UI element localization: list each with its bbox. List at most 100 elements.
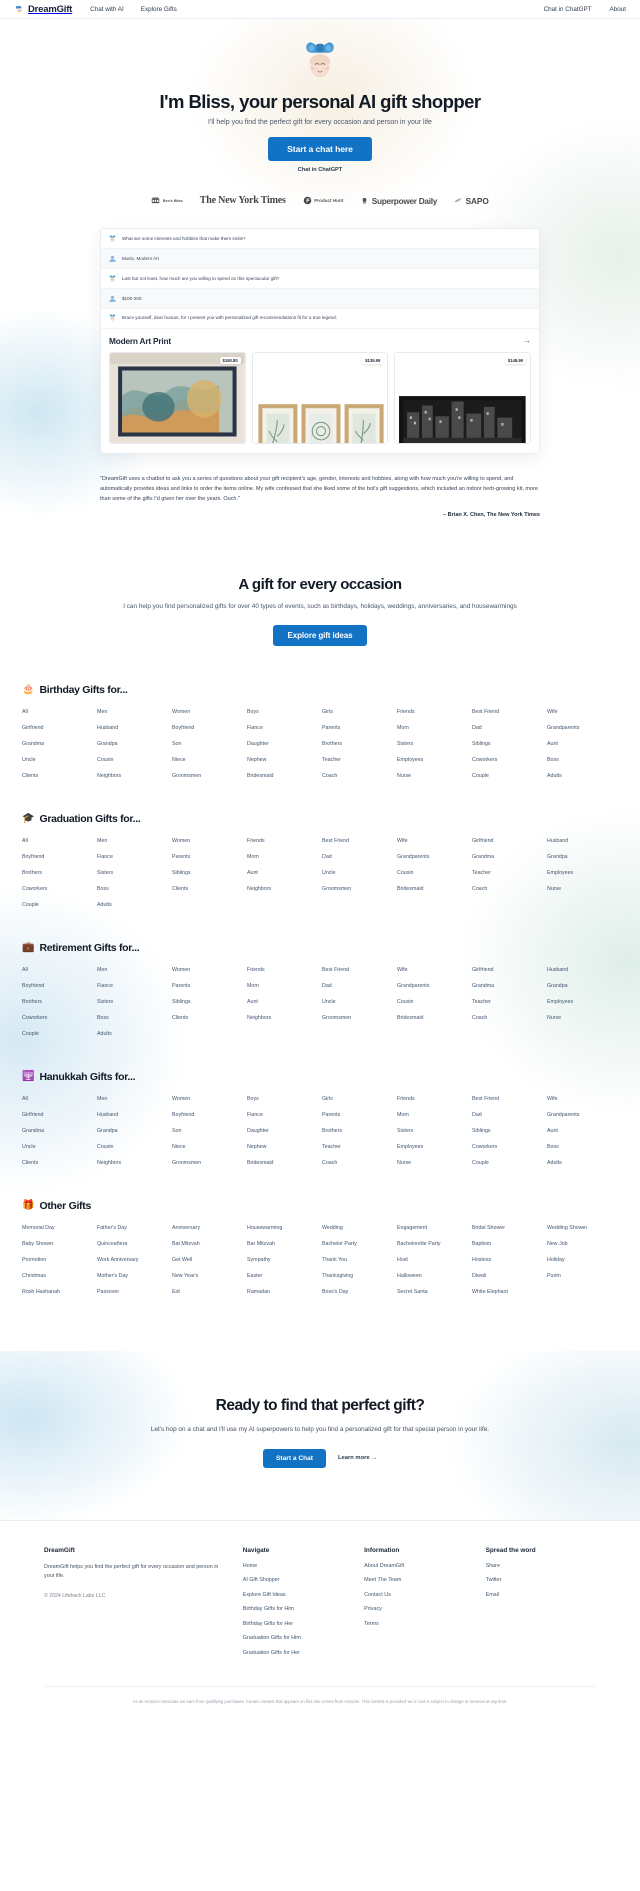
learn-more-link[interactable]: Learn more → bbox=[338, 1455, 377, 1461]
category-link[interactable]: Quinceañera bbox=[97, 1241, 168, 1247]
footer-link[interactable]: Share bbox=[486, 1563, 596, 1569]
category-link[interactable]: Ramadan bbox=[247, 1289, 318, 1295]
category-link[interactable]: Brothers bbox=[322, 741, 393, 747]
category-link[interactable]: Best Friend bbox=[472, 1096, 543, 1102]
category-link[interactable]: All bbox=[22, 709, 93, 715]
category-link[interactable]: Rosh Hashanah bbox=[22, 1289, 93, 1295]
category-link[interactable]: Couple bbox=[22, 902, 93, 908]
category-link[interactable]: Nurse bbox=[547, 886, 618, 892]
category-link[interactable]: Coworkers bbox=[22, 886, 93, 892]
nav-link-about[interactable]: About bbox=[610, 6, 626, 13]
category-link[interactable]: Grandpa bbox=[547, 983, 618, 989]
category-link[interactable]: Promotion bbox=[22, 1257, 93, 1263]
category-link[interactable]: Employees bbox=[547, 999, 618, 1005]
category-link[interactable]: Daughter bbox=[247, 741, 318, 747]
category-link[interactable]: Cousin bbox=[397, 999, 468, 1005]
category-link[interactable]: Uncle bbox=[22, 1144, 93, 1150]
brand-logo-link[interactable]: DreamGift bbox=[14, 4, 72, 15]
category-link[interactable]: Daughter bbox=[247, 1128, 318, 1134]
category-link[interactable]: All bbox=[22, 1096, 93, 1102]
category-link[interactable]: Groomsmen bbox=[322, 886, 393, 892]
category-link[interactable]: Teacher bbox=[322, 757, 393, 763]
nav-link-explore-gifts[interactable]: Explore Gifts bbox=[141, 6, 177, 13]
category-link[interactable]: Men bbox=[97, 838, 168, 844]
category-link[interactable]: Employees bbox=[547, 870, 618, 876]
category-link[interactable]: Grandma bbox=[22, 1128, 93, 1134]
category-link[interactable]: Aunt bbox=[547, 741, 618, 747]
footer-link[interactable]: Birthday Gifts for Her bbox=[243, 1621, 364, 1627]
category-link[interactable]: Bachelorette Party bbox=[397, 1241, 468, 1247]
category-link[interactable]: Adults bbox=[97, 1031, 168, 1037]
footer-link[interactable]: Privacy bbox=[364, 1606, 485, 1612]
category-link[interactable]: Women bbox=[172, 1096, 243, 1102]
category-link[interactable]: Work Anniversary bbox=[97, 1257, 168, 1263]
category-link[interactable]: All bbox=[22, 838, 93, 844]
category-link[interactable]: Uncle bbox=[22, 757, 93, 763]
category-link[interactable]: Neighbors bbox=[97, 1160, 168, 1166]
category-link[interactable]: Aunt bbox=[247, 999, 318, 1005]
category-link[interactable]: Fiance bbox=[247, 725, 318, 731]
category-link[interactable]: Son bbox=[172, 1128, 243, 1134]
category-link[interactable]: Baby Shower bbox=[22, 1241, 93, 1247]
category-link[interactable]: Bridesmaid bbox=[247, 773, 318, 779]
category-link[interactable]: Get Well bbox=[172, 1257, 243, 1263]
category-link[interactable]: Boys bbox=[247, 709, 318, 715]
category-link[interactable]: Grandparents bbox=[547, 725, 618, 731]
start-a-chat-button[interactable]: Start a Chat bbox=[263, 1448, 327, 1468]
category-link[interactable]: Engagement bbox=[397, 1225, 468, 1231]
category-link[interactable]: Parents bbox=[172, 983, 243, 989]
category-link[interactable]: Siblings bbox=[472, 741, 543, 747]
arrow-right-icon[interactable]: → bbox=[523, 336, 531, 345]
category-link[interactable]: Dad bbox=[472, 725, 543, 731]
category-link[interactable]: Wife bbox=[547, 1096, 618, 1102]
category-link[interactable]: Mother's Day bbox=[97, 1273, 168, 1279]
category-link[interactable]: Friends bbox=[247, 838, 318, 844]
category-link[interactable]: Eid bbox=[172, 1289, 243, 1295]
category-link[interactable]: Friends bbox=[247, 967, 318, 973]
category-link[interactable]: Secret Santa bbox=[397, 1289, 468, 1295]
category-link[interactable]: Employees bbox=[397, 1144, 468, 1150]
category-link[interactable]: Women bbox=[172, 709, 243, 715]
category-link[interactable]: Passover bbox=[97, 1289, 168, 1295]
category-link[interactable]: Wife bbox=[397, 838, 468, 844]
category-link[interactable]: Aunt bbox=[247, 870, 318, 876]
category-link[interactable]: Grandpa bbox=[97, 1128, 168, 1134]
category-link[interactable]: Grandpa bbox=[547, 854, 618, 860]
footer-link[interactable]: Graduation Gifts for Him bbox=[243, 1635, 364, 1641]
category-link[interactable]: Host bbox=[397, 1257, 468, 1263]
category-link[interactable]: Christmas bbox=[22, 1273, 93, 1279]
footer-link[interactable]: Graduation Gifts for Her bbox=[243, 1650, 364, 1656]
category-link[interactable]: Wedding bbox=[322, 1225, 393, 1231]
category-link[interactable]: Nurse bbox=[397, 773, 468, 779]
category-link[interactable]: New Year's bbox=[172, 1273, 243, 1279]
category-link[interactable]: Girlfriend bbox=[22, 1112, 93, 1118]
category-link[interactable]: Men bbox=[97, 709, 168, 715]
footer-link[interactable]: Birthday Gifts for Him bbox=[243, 1606, 364, 1612]
category-link[interactable]: Mom bbox=[397, 725, 468, 731]
category-link[interactable]: Bachelor Party bbox=[322, 1241, 393, 1247]
category-link[interactable]: Friends bbox=[397, 1096, 468, 1102]
category-link[interactable]: Teacher bbox=[322, 1144, 393, 1150]
category-link[interactable]: Grandparents bbox=[547, 1112, 618, 1118]
category-link[interactable]: Husband bbox=[97, 1112, 168, 1118]
category-link[interactable]: Hostess bbox=[472, 1257, 543, 1263]
category-link[interactable]: Couple bbox=[22, 1031, 93, 1037]
category-link[interactable]: Mom bbox=[397, 1112, 468, 1118]
category-link[interactable]: Boyfriend bbox=[172, 725, 243, 731]
category-link[interactable]: Boss's Day bbox=[322, 1289, 393, 1295]
category-link[interactable]: Sisters bbox=[97, 999, 168, 1005]
category-link[interactable]: Cousin bbox=[97, 757, 168, 763]
category-link[interactable]: Grandma bbox=[472, 854, 543, 860]
category-link[interactable]: Sisters bbox=[97, 870, 168, 876]
category-link[interactable]: Aunt bbox=[547, 1128, 618, 1134]
category-link[interactable]: Adults bbox=[97, 902, 168, 908]
category-link[interactable]: Thank You bbox=[322, 1257, 393, 1263]
category-link[interactable]: Nurse bbox=[547, 1015, 618, 1021]
category-link[interactable]: Brothers bbox=[322, 1128, 393, 1134]
category-link[interactable]: Best Friend bbox=[322, 838, 393, 844]
category-link[interactable]: Girls bbox=[322, 1096, 393, 1102]
category-link[interactable]: Sisters bbox=[397, 741, 468, 747]
category-link[interactable]: Groomsmen bbox=[172, 773, 243, 779]
category-link[interactable]: Sympathy bbox=[247, 1257, 318, 1263]
category-link[interactable]: Best Friend bbox=[472, 709, 543, 715]
